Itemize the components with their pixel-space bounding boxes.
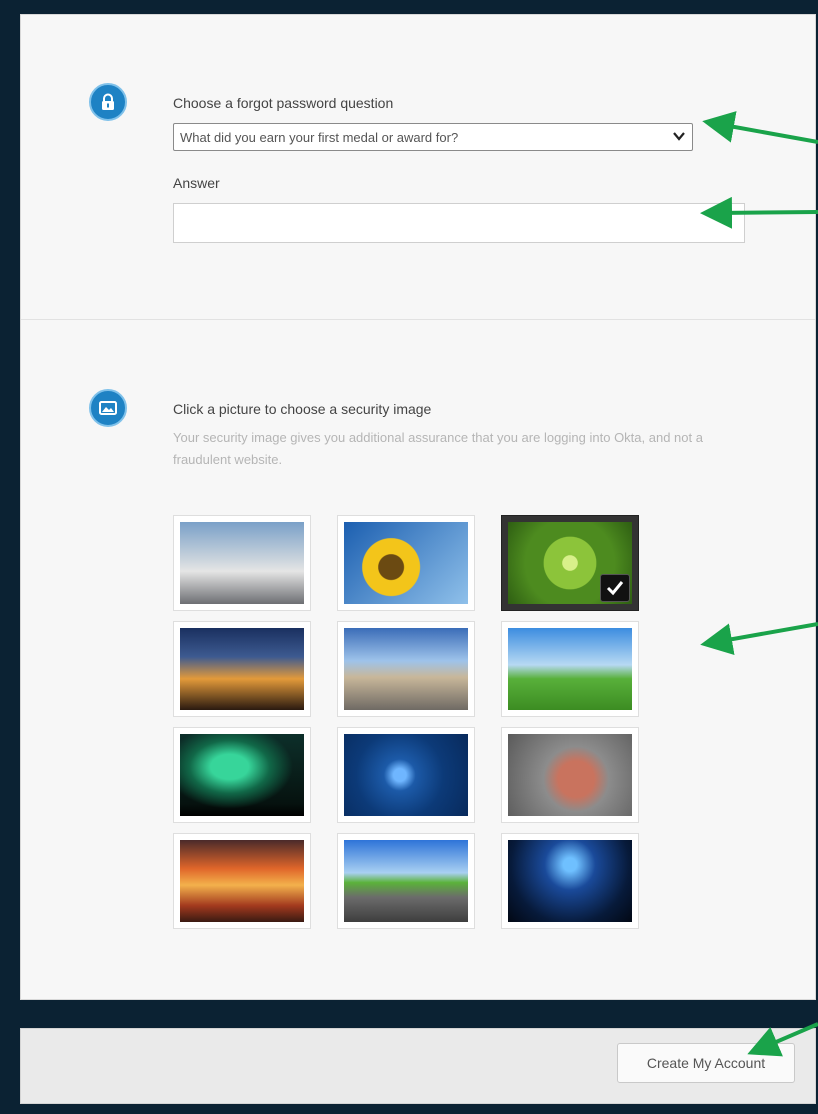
picture-icon [89,389,127,427]
orange-sunset-clouds-image [180,840,304,922]
footer-bar: Create My Account [20,1028,816,1104]
security-image-option[interactable] [501,621,639,717]
stingray-image [508,840,632,922]
selected-question: What did you earn your first medal or aw… [180,129,459,145]
section-divider [21,319,815,320]
chevron-down-icon [673,132,685,141]
northern-lights-image [180,734,304,816]
answer-label: Answer [173,175,220,191]
sunflower-image [344,522,468,604]
image-section-description: Your security image gives you additional… [173,430,703,467]
harbour-bridge-night-image [180,628,304,710]
red-robot-toy-image [508,734,632,816]
security-image-option[interactable] [173,621,311,717]
blue-circuit-board-image [344,734,468,816]
goats-on-meadow-image [508,628,632,710]
security-image-option[interactable] [501,515,639,611]
security-image-option[interactable] [501,727,639,823]
lock-icon [89,83,127,121]
create-account-button[interactable]: Create My Account [617,1043,795,1083]
question-select[interactable]: What did you earn your first medal or aw… [173,123,693,151]
security-image-option[interactable] [337,621,475,717]
brooklyn-bridge-image [344,628,468,710]
checkmark-icon [600,574,630,602]
security-image-option[interactable] [337,515,475,611]
security-image-option[interactable] [173,833,311,929]
golden-gate-bridge-image [180,522,304,604]
security-image-option[interactable] [501,833,639,929]
security-image-option[interactable] [337,833,475,929]
question-label: Choose a forgot password question [173,95,394,111]
answer-field[interactable] [173,203,745,243]
image-section-title: Click a picture to choose a security ima… [173,401,432,417]
security-image-option[interactable] [337,727,475,823]
security-image-option[interactable] [173,727,311,823]
signup-card: Choose a forgot password question What d… [20,14,816,1000]
security-image-option[interactable] [173,515,311,611]
country-road-image [344,840,468,922]
